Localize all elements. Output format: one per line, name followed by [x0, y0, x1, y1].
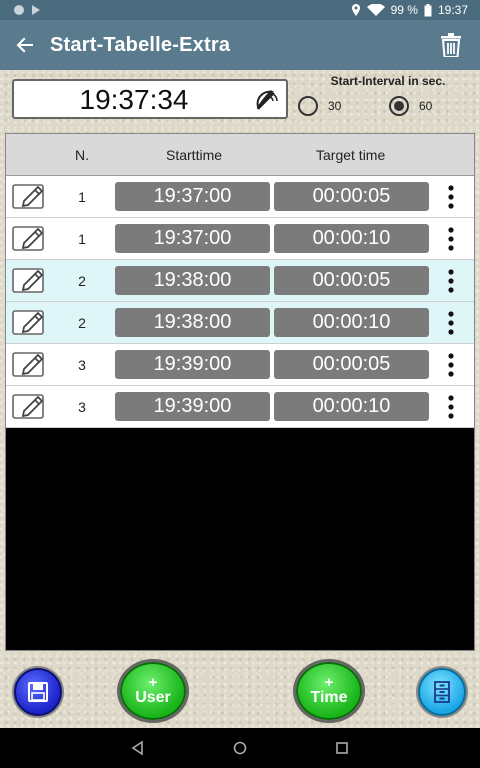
pencil-edit-icon[interactable]: [12, 308, 46, 336]
status-bar: 99 % 19:37: [0, 0, 480, 20]
starttime-cell[interactable]: 19:39:00: [115, 392, 270, 421]
location-icon: [351, 4, 360, 16]
more-vertical-icon[interactable]: [444, 394, 458, 420]
table-row[interactable]: 2 19:38:00 00:00:05: [6, 260, 474, 302]
pencil-edit-icon[interactable]: [12, 350, 46, 378]
table-row[interactable]: 2 19:38:00 00:00:10: [6, 302, 474, 344]
trash-icon: [441, 33, 461, 57]
column-header-target-time: Target time: [316, 147, 386, 163]
nav-recents-icon[interactable]: [332, 738, 352, 758]
starttime-cell[interactable]: 19:37:00: [115, 224, 270, 253]
wifi-icon: [366, 4, 385, 16]
starttime-cell[interactable]: 19:38:00: [115, 266, 270, 295]
target-time-cell[interactable]: 00:00:05: [274, 266, 429, 295]
target-time-cell[interactable]: 00:00:05: [274, 350, 429, 379]
row-number: 1: [78, 189, 86, 205]
table-row[interactable]: 3 19:39:00 00:00:10: [6, 386, 474, 428]
target-time-cell[interactable]: 00:00:10: [274, 308, 429, 337]
add-time-button[interactable]: + Time: [296, 662, 362, 720]
clock-display: 19:37:34: [12, 79, 288, 119]
current-time: 19:37:34: [79, 84, 189, 115]
starttime-cell[interactable]: 19:39:00: [115, 350, 270, 379]
more-vertical-icon[interactable]: [444, 352, 458, 378]
app-bar: Start-Tabelle-Extra: [0, 20, 480, 70]
starttime-cell[interactable]: 19:37:00: [115, 182, 270, 211]
satellite-dish-icon[interactable]: [254, 87, 280, 113]
interval-title: Start-Interval in sec.: [330, 74, 446, 88]
status-time: 19:37: [437, 3, 468, 17]
row-number: 3: [78, 399, 86, 415]
battery-icon: [424, 3, 432, 16]
more-vertical-icon[interactable]: [444, 184, 458, 210]
file-cabinet-icon: [434, 681, 450, 703]
pencil-edit-icon[interactable]: [12, 224, 46, 252]
notification-dot-icon: [14, 5, 24, 15]
play-store-icon: [32, 5, 40, 15]
add-user-plus: +: [148, 674, 158, 691]
interval-radio-60[interactable]: [389, 96, 409, 116]
table-frame: N. Starttime Target time 1 19:37:00 00:00:…: [0, 128, 480, 654]
save-button[interactable]: [14, 668, 62, 716]
back-button[interactable]: [0, 20, 50, 70]
bottom-panel: + User + Time: [0, 654, 480, 728]
add-time-plus: +: [324, 674, 334, 691]
interval-label-60: 60: [419, 99, 433, 113]
pencil-edit-icon[interactable]: [12, 182, 46, 210]
target-time-cell[interactable]: 00:00:10: [274, 224, 429, 253]
interval-radio-30[interactable]: [298, 96, 318, 116]
file-button[interactable]: [418, 668, 466, 716]
row-number: 2: [78, 315, 86, 331]
floppy-disk-icon: [28, 682, 48, 702]
nav-back-icon[interactable]: [128, 738, 148, 758]
table-row[interactable]: 1 19:37:00 00:00:10: [6, 218, 474, 260]
target-time-cell[interactable]: 00:00:05: [274, 182, 429, 211]
pencil-edit-icon[interactable]: [12, 392, 46, 420]
page-title: Start-Tabelle-Extra: [50, 33, 231, 56]
more-vertical-icon[interactable]: [444, 226, 458, 252]
start-table: N. Starttime Target time 1 19:37:00 00:00:…: [5, 133, 475, 651]
row-number: 1: [78, 231, 86, 247]
more-vertical-icon[interactable]: [444, 268, 458, 294]
column-header-starttime: Starttime: [166, 147, 223, 163]
arrow-left-icon: [16, 37, 33, 53]
top-panel: 19:37:34 Start-Interval in sec. 30 60: [0, 70, 480, 128]
row-number: 3: [78, 357, 86, 373]
more-vertical-icon[interactable]: [444, 310, 458, 336]
table-row[interactable]: 1 19:37:00 00:00:05: [6, 176, 474, 218]
pencil-edit-icon[interactable]: [12, 266, 46, 294]
table-row[interactable]: 3 19:39:00 00:00:05: [6, 344, 474, 386]
delete-button[interactable]: [426, 20, 476, 70]
add-user-label: User: [135, 689, 171, 706]
interval-label-30: 30: [328, 99, 342, 113]
battery-percent: 99 %: [390, 3, 418, 17]
row-number: 2: [78, 273, 86, 289]
nav-home-icon[interactable]: [230, 738, 250, 758]
table-header: N. Starttime Target time: [6, 134, 474, 176]
add-user-button[interactable]: + User: [120, 662, 186, 720]
starttime-cell[interactable]: 19:38:00: [115, 308, 270, 337]
target-time-cell[interactable]: 00:00:10: [274, 392, 429, 421]
system-nav-bar: [0, 728, 480, 768]
add-time-label: Time: [310, 689, 348, 706]
column-header-n: N.: [75, 147, 89, 163]
